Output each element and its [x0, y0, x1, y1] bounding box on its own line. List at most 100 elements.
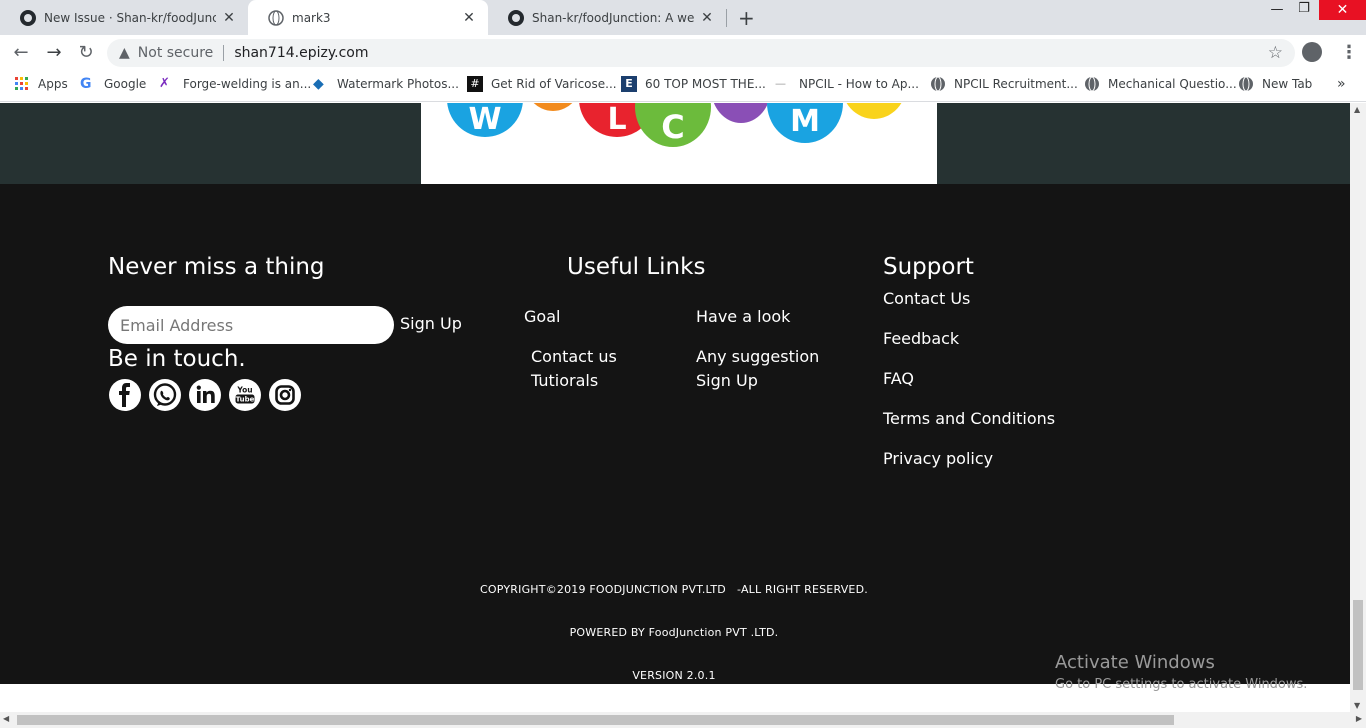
bookmark-npcil-how[interactable]: — NPCIL - How to Ap...	[775, 75, 919, 93]
bookmark-varicose[interactable]: # Get Rid of Varicose...	[467, 75, 617, 93]
welcome-image: W L C M	[421, 103, 937, 184]
activate-windows-subtitle: Go to PC settings to activate Windows.	[1055, 677, 1308, 692]
scroll-up-arrow[interactable]: ▲	[1354, 105, 1360, 114]
watermark-icon: ◆	[313, 76, 324, 92]
vertical-scrollbar[interactable]: ▲ ▼	[1350, 103, 1366, 712]
support-contact-us[interactable]: Contact Us	[883, 289, 970, 308]
tab-new-issue[interactable]: New Issue · Shan-kr/foodJunction ✕	[0, 0, 248, 35]
email-input[interactable]	[108, 306, 394, 344]
bookmark-label: NPCIL - How to Ap...	[799, 77, 919, 91]
apps-grid-icon	[15, 77, 28, 90]
touch-heading: Be in touch.	[108, 346, 246, 372]
letter-ball-cyan: M	[767, 103, 843, 143]
link-tutorials[interactable]: Tutiorals	[531, 371, 598, 390]
support-heading: Support	[883, 254, 974, 280]
bookmark-forge[interactable]: ✗ Forge-welding is an...	[159, 75, 311, 93]
bookmark-npcil-recruitment[interactable]: NPCIL Recruitment...	[930, 75, 1078, 93]
bookmark-mechanical[interactable]: Mechanical Questio...	[1084, 75, 1237, 93]
forge-icon: ✗	[159, 76, 170, 91]
support-faq[interactable]: FAQ	[883, 369, 914, 388]
link-any-suggestion[interactable]: Any suggestion	[696, 347, 819, 366]
scroll-down-arrow[interactable]: ▼	[1354, 701, 1360, 710]
welcome-banner: W L C M	[0, 103, 1350, 184]
whatsapp-icon[interactable]	[149, 379, 181, 411]
letter-ball-green: C	[635, 103, 711, 147]
svg-text:You: You	[236, 386, 252, 395]
address-bar[interactable]: ▲ Not secure shan714.epizy.com ☆	[107, 39, 1295, 67]
bookmark-label: Get Rid of Varicose...	[491, 77, 617, 91]
bookmark-watermark[interactable]: ◆ Watermark Photos...	[313, 75, 459, 93]
globe-icon	[268, 9, 284, 26]
close-icon[interactable]: ✕	[700, 10, 714, 26]
warning-icon[interactable]: ▲	[119, 45, 130, 61]
scroll-right-arrow[interactable]: ▶	[1356, 714, 1362, 723]
bookmark-label: Mechanical Questio...	[1108, 77, 1237, 91]
npcil-icon: —	[775, 77, 786, 90]
page-viewport: W L C M Never miss a thing Sign Up Be in…	[0, 103, 1350, 684]
version-text: VERSION 2.0.1	[632, 669, 716, 682]
horizontal-scrollbar[interactable]: ◀ ▶	[0, 712, 1366, 728]
address-divider	[223, 45, 225, 61]
e-icon: E	[621, 76, 637, 92]
globe-icon	[1085, 76, 1099, 92]
google-icon: G	[80, 76, 92, 92]
bookmark-label: NPCIL Recruitment...	[954, 77, 1078, 91]
scroll-left-arrow[interactable]: ◀	[3, 714, 9, 723]
youtube-icon[interactable]: You Tube	[229, 379, 261, 411]
instagram-icon[interactable]	[269, 379, 301, 411]
tab-separator	[726, 9, 727, 27]
tab-repo[interactable]: Shan-kr/foodJunction: A website ✕	[488, 0, 726, 35]
tab-title: mark3	[292, 10, 331, 25]
support-feedback[interactable]: Feedback	[883, 329, 959, 348]
bookmark-label: 60 TOP MOST THE...	[645, 77, 766, 91]
powered-by-text: POWERED BY FoodJunction PVT .LTD.	[569, 626, 779, 639]
maximize-button[interactable]: ❐	[1290, 1, 1318, 23]
support-privacy[interactable]: Privacy policy	[883, 449, 993, 468]
copyright-text: COPYRIGHT©2019 FOODJUNCTION PVT.LTD -ALL…	[480, 583, 868, 596]
reload-button[interactable]: ↻	[76, 43, 96, 63]
activate-windows-title: Activate Windows	[1055, 652, 1215, 673]
globe-icon	[1239, 76, 1253, 92]
horizontal-scroll-thumb[interactable]	[17, 715, 1174, 725]
letter-ball-yellow	[841, 103, 907, 119]
link-have-a-look[interactable]: Have a look	[696, 307, 790, 326]
bookmarks-overflow-icon[interactable]: »	[1337, 75, 1346, 93]
bookmark-label: Apps	[38, 77, 68, 91]
close-icon[interactable]: ✕	[462, 10, 476, 26]
facebook-icon[interactable]	[109, 379, 141, 411]
bookmark-label: Google	[104, 77, 147, 91]
letter-ball-orange	[523, 103, 583, 111]
useful-links-heading: Useful Links	[567, 254, 706, 280]
url-text[interactable]: shan714.epizy.com	[234, 45, 368, 61]
bookmark-60-top[interactable]: E 60 TOP MOST THE...	[621, 75, 766, 93]
tab-title: New Issue · Shan-kr/foodJunction	[44, 10, 216, 25]
letter-ball-purple	[711, 103, 771, 123]
back-button[interactable]: ←	[11, 43, 31, 63]
close-icon[interactable]: ✕	[222, 10, 236, 26]
star-icon[interactable]: ☆	[1268, 43, 1283, 63]
tab-mark3[interactable]: mark3 ✕	[248, 0, 488, 35]
github-icon	[508, 9, 524, 26]
svg-text:Tube: Tube	[236, 396, 255, 404]
bookmark-apps[interactable]: Apps	[14, 75, 68, 93]
globe-icon	[931, 76, 945, 92]
letter-ball-blue: W	[447, 103, 523, 137]
window-close-button[interactable]: ✕	[1319, 0, 1366, 20]
signup-button[interactable]: Sign Up	[400, 314, 462, 333]
link-contact-us[interactable]: Contact us	[531, 347, 617, 366]
vertical-scroll-thumb[interactable]	[1353, 600, 1363, 690]
support-terms[interactable]: Terms and Conditions	[883, 409, 1055, 428]
linkedin-icon[interactable]	[189, 379, 221, 411]
bookmark-google[interactable]: G Google	[80, 75, 146, 93]
new-tab-button[interactable]: +	[738, 6, 755, 30]
forward-button[interactable]: →	[44, 43, 64, 63]
menu-icon[interactable]: ⋮	[1340, 42, 1358, 63]
bookmark-label: New Tab	[1262, 77, 1313, 91]
security-label[interactable]: Not secure	[138, 45, 214, 61]
link-goal[interactable]: Goal	[524, 307, 560, 326]
bookmark-label: Forge-welding is an...	[183, 77, 312, 91]
profile-icon[interactable]	[1302, 42, 1322, 62]
link-sign-up[interactable]: Sign Up	[696, 371, 758, 390]
minimize-button[interactable]: —	[1263, 2, 1291, 24]
bookmark-new-tab[interactable]: New Tab	[1238, 75, 1312, 93]
